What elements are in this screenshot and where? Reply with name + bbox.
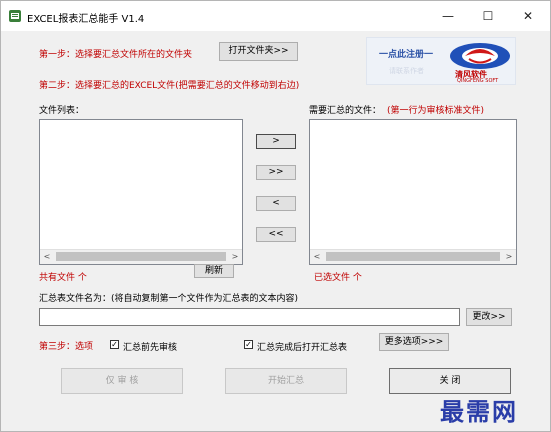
register-link[interactable]: 一点此注册一 — [379, 47, 433, 60]
selected-files-note: (第一行为审核标准文件) — [387, 106, 485, 116]
step2-label: 第二步：选择要汇总的EXCEL文件(把需要汇总的文件移动到右边) — [39, 81, 300, 91]
summary-name-input[interactable] — [39, 308, 460, 326]
site-watermark: 最需网 — [440, 397, 518, 426]
start-summary-button[interactable]: 开始汇总 — [225, 368, 347, 394]
remove-all-button[interactable]: << — [256, 227, 296, 242]
selected-files-label: 需要汇总的文件： — [309, 106, 382, 116]
file-list-label: 文件列表： — [39, 106, 85, 116]
change-name-button[interactable]: 更改>> — [466, 308, 512, 326]
remove-file-button[interactable]: < — [256, 196, 296, 211]
brand-logo-icon — [450, 43, 510, 69]
register-logo[interactable]: 一点此注册一 请联系作者 清风软件 QINGFENG SOFT — [366, 37, 516, 85]
open-after-label: 汇总完成后打开汇总表 — [257, 343, 348, 353]
open-after-checkbox[interactable]: ✓ — [244, 340, 253, 349]
scroll-right-arrow[interactable]: > — [502, 250, 516, 264]
more-options-button[interactable]: 更多选项>>> — [379, 333, 449, 351]
audit-first-label: 汇总前先审核 — [123, 343, 178, 353]
add-file-button[interactable]: > — [256, 134, 296, 149]
app-icon — [9, 10, 21, 22]
refresh-button[interactable]: 刷新 — [194, 264, 234, 278]
minimize-button[interactable]: — — [428, 1, 468, 31]
selected-list-hscrollbar[interactable]: < > — [310, 249, 516, 264]
maximize-button[interactable]: ☐ — [468, 1, 508, 31]
step3-label: 第三步：选项 — [39, 342, 94, 352]
main-window: EXCEL报表汇总能手 V1.4 — ☐ ✕ 第一步：选择要汇总文件所在的文件夹… — [0, 0, 551, 432]
file-list[interactable]: < > — [39, 119, 243, 265]
close-window-button[interactable]: ✕ — [508, 1, 548, 31]
scroll-thumb[interactable] — [326, 252, 500, 261]
scroll-right-arrow[interactable]: > — [228, 250, 242, 264]
add-all-button[interactable]: >> — [256, 165, 296, 180]
summary-name-label: 汇总表文件名为：(将自动复制第一个文件作为汇总表的文本内容) — [39, 294, 299, 304]
audit-first-checkbox[interactable]: ✓ — [110, 340, 119, 349]
file-count-label: 共有文件 个 — [39, 273, 87, 283]
close-button[interactable]: 关 闭 — [389, 368, 511, 394]
selected-files-list[interactable]: < > — [309, 119, 517, 265]
step1-label: 第一步：选择要汇总文件所在的文件夹 — [39, 50, 193, 60]
logo-faded-text: 请联系作者 — [389, 67, 424, 75]
file-list-hscrollbar[interactable]: < > — [40, 249, 242, 264]
window-title: EXCEL报表汇总能手 V1.4 — [27, 14, 145, 25]
brand-name-en: QINGFENG SOFT — [457, 78, 499, 84]
scroll-thumb[interactable] — [56, 252, 226, 261]
title-bar: EXCEL报表汇总能手 V1.4 — ☐ ✕ — [1, 1, 550, 31]
selected-count-label: 已选文件 个 — [314, 273, 362, 283]
audit-only-button[interactable]: 仅 审 核 — [61, 368, 183, 394]
scroll-left-arrow[interactable]: < — [310, 250, 324, 264]
scroll-left-arrow[interactable]: < — [40, 250, 54, 264]
open-folder-button[interactable]: 打开文件夹>> — [219, 42, 298, 61]
